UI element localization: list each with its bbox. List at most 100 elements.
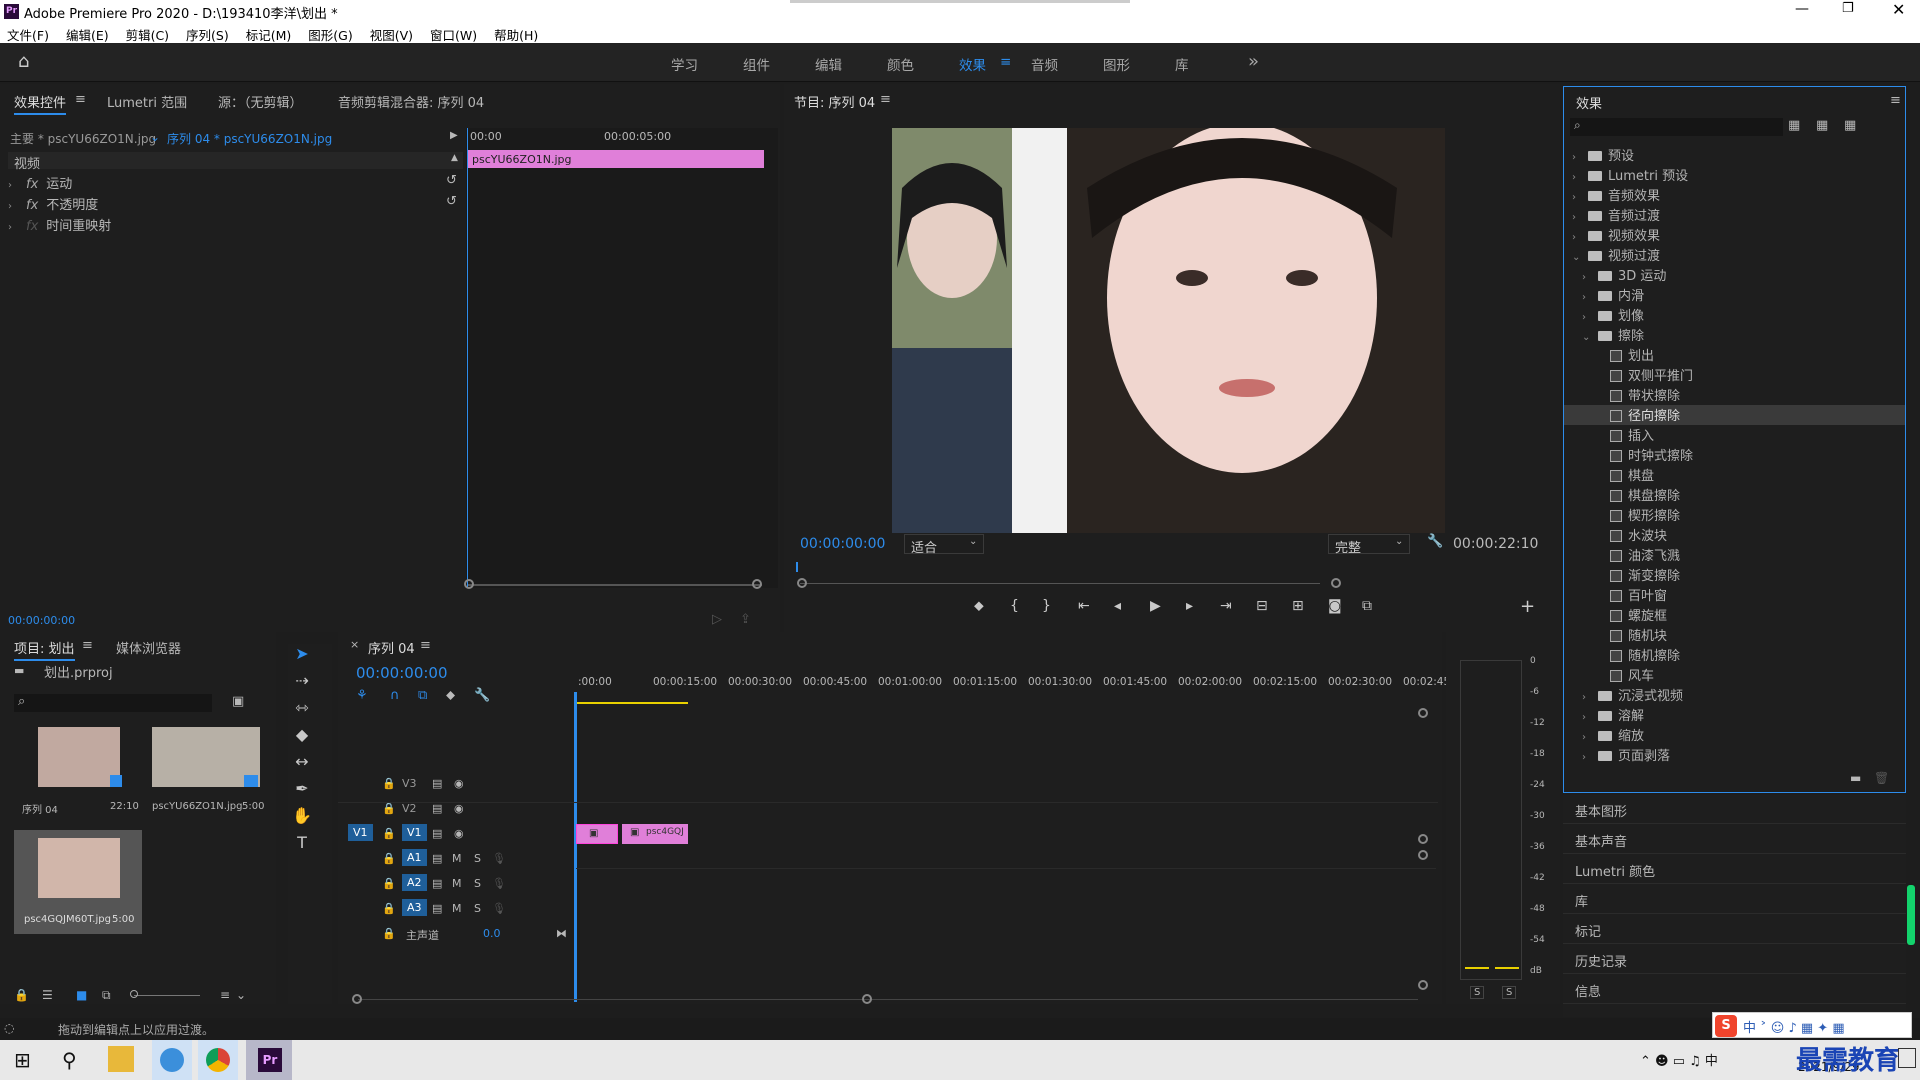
step-back-icon[interactable]: ◂: [1114, 598, 1121, 614]
video-transition-folder[interactable]: › 划像: [1564, 305, 1905, 325]
zoom-scrollbar[interactable]: [468, 584, 762, 586]
new-folder-icon[interactable]: ▬: [1850, 771, 1861, 785]
file-explorer-icon[interactable]: [108, 1046, 134, 1072]
timeline-timecode[interactable]: 00:00:00:00: [356, 664, 448, 682]
chevron-down-icon[interactable]: ⌄: [236, 988, 246, 1002]
tab-media-browser[interactable]: 媒体浏览器: [116, 638, 181, 657]
scrollbar-thumb[interactable]: [1907, 885, 1915, 945]
chevron-right-icon[interactable]: ›: [1582, 692, 1592, 703]
mic-icon[interactable]: 🎙: [492, 902, 506, 915]
sync-lock-icon[interactable]: ▤: [432, 852, 442, 865]
export-icon[interactable]: ⇪: [740, 612, 751, 627]
effect-category[interactable]: › 音频效果: [1564, 185, 1905, 205]
notification-icon[interactable]: [1898, 1048, 1916, 1068]
lock-icon[interactable]: 🔒: [382, 827, 396, 840]
reset-icon[interactable]: ↺: [446, 173, 457, 188]
side-panel-tab[interactable]: Lumetri 颜色: [1563, 855, 1906, 884]
wipe-effect[interactable]: 百叶窗: [1564, 585, 1905, 605]
wipe-effect[interactable]: 随机擦除: [1564, 645, 1905, 665]
32bit-effects-icon[interactable]: ▦: [1816, 118, 1828, 133]
close-icon[interactable]: ×: [350, 638, 359, 651]
video-transition-folder[interactable]: › 3D 运动: [1564, 265, 1905, 285]
effect-category[interactable]: › 音频过渡: [1564, 205, 1905, 225]
wipe-effect[interactable]: 双侧平推门: [1564, 365, 1905, 385]
project-item-sequence[interactable]: 序列 04 22:10: [14, 727, 139, 825]
chevron-down-icon[interactable]: ⌄: [1582, 332, 1592, 343]
chevron-right-icon[interactable]: ›: [1572, 192, 1582, 203]
wipe-effect[interactable]: 棋盘: [1564, 465, 1905, 485]
close-icon[interactable]: ✕: [1892, 0, 1905, 19]
wipe-effect[interactable]: 渐变擦除: [1564, 565, 1905, 585]
quality-select[interactable]: 完整 ⌄: [1328, 534, 1410, 556]
menu-graphics[interactable]: 图形(G): [308, 28, 352, 43]
audio-track-header[interactable]: 🔒 A1 ▤ M S 🎙: [338, 847, 576, 871]
effect-controls-timecode[interactable]: 00:00:00:00: [8, 614, 75, 627]
program-video-frame[interactable]: [892, 128, 1445, 533]
ime-tools-icon[interactable]: 中 ˃ ☺ ♪ ▦ ✦ ▦: [1743, 1017, 1845, 1036]
chevron-right-icon[interactable]: ›: [1582, 312, 1592, 323]
tab-project[interactable]: 项目: 划出: [14, 638, 75, 661]
go-to-out-icon[interactable]: ⇥: [1220, 598, 1232, 614]
type-tool-icon[interactable]: T: [288, 833, 316, 857]
timeline-ruler[interactable]: :00:00 00:00:15:00 00:00:30:00 00:00:45:00 0…: [576, 676, 1454, 694]
play-only-icon[interactable]: ▶: [450, 130, 458, 141]
lock-icon[interactable]: 🔒: [382, 802, 396, 815]
yuv-effects-icon[interactable]: ▦: [1844, 118, 1856, 133]
selection-tool-icon[interactable]: ➤: [288, 644, 316, 668]
windows-start-icon[interactable]: ⊞: [14, 1048, 31, 1072]
snap-icon[interactable]: ∩: [390, 688, 400, 703]
zoom-handle-right[interactable]: [752, 579, 762, 589]
audio-track-header[interactable]: 🔒 A3 ▤ M S 🎙: [338, 897, 576, 921]
mute-button[interactable]: M: [452, 877, 462, 890]
side-panel-tab[interactable]: 历史记录: [1563, 945, 1906, 974]
chevron-right-icon[interactable]: ›: [1582, 752, 1592, 763]
chevron-right-icon[interactable]: ›: [1572, 172, 1582, 183]
freeform-view-icon[interactable]: ⧉: [102, 988, 111, 1003]
vscroll-handle-top[interactable]: [1418, 708, 1428, 718]
program-monitor-title[interactable]: 节目: 序列 04: [794, 92, 875, 111]
settings-wrench-icon[interactable]: 🔧: [1427, 534, 1443, 549]
fx-icon[interactable]: fx: [26, 198, 38, 213]
chevron-down-icon[interactable]: ⌄: [1572, 252, 1582, 263]
tab-source[interactable]: 源：（无剪辑）: [218, 92, 303, 111]
sync-lock-icon[interactable]: ▤: [432, 877, 442, 890]
video-transition-folder[interactable]: › 溶解: [1564, 705, 1905, 725]
menu-window[interactable]: 窗口(W): [430, 28, 477, 43]
search-icon[interactable]: ⚲: [62, 1048, 77, 1072]
effect-controls-clip[interactable]: pscYU66ZO1N.jpg: [468, 150, 764, 168]
project-item-image-1[interactable]: pscYU66ZO1N.jpg 5:00: [140, 727, 266, 825]
zoom-slider-handle[interactable]: [130, 990, 138, 998]
delete-icon[interactable]: 🗑: [1874, 771, 1889, 785]
chevron-right-icon[interactable]: ›: [1582, 292, 1592, 303]
timeline-title[interactable]: 序列 04: [368, 638, 415, 657]
wipe-effect[interactable]: 油漆飞溅: [1564, 545, 1905, 565]
ime-toolbar[interactable]: S 中 ˃ ☺ ♪ ▦ ✦ ▦: [1712, 1012, 1912, 1038]
mark-in-icon[interactable]: {: [1010, 598, 1019, 614]
comparison-view-icon[interactable]: ⧉: [1362, 598, 1372, 614]
mic-icon[interactable]: 🎙: [492, 852, 506, 865]
program-timecode[interactable]: 00:00:00:00: [800, 536, 885, 552]
hscroll[interactable]: [358, 999, 1418, 1000]
sequence-clip-label[interactable]: 序列 04 * pscYU66ZO1N.jpg: [167, 130, 332, 147]
vscroll-handle-mid[interactable]: [1418, 834, 1428, 844]
effect-category[interactable]: ⌄ 视频过渡: [1564, 245, 1905, 265]
menu-file[interactable]: 文件(F): [7, 28, 49, 43]
wipe-effect[interactable]: 划出: [1564, 345, 1905, 365]
sync-lock-icon[interactable]: ▤: [432, 802, 442, 815]
panel-menu-icon[interactable]: ≡: [1890, 93, 1901, 108]
play-icon[interactable]: ▶: [1150, 598, 1161, 614]
effect-category[interactable]: › 预设: [1564, 145, 1905, 165]
prop-opacity[interactable]: › fx 不透明度 ↺: [8, 194, 463, 214]
go-to-in-icon[interactable]: ⇤: [1078, 598, 1090, 614]
wipe-effect[interactable]: 楔形擦除: [1564, 505, 1905, 525]
mark-out-icon[interactable]: }: [1042, 598, 1051, 614]
lock-icon[interactable]: 🔒: [382, 877, 396, 890]
prop-motion[interactable]: › fx 运动 ↺: [8, 173, 463, 193]
filter-icon[interactable]: ▷: [712, 612, 722, 627]
eye-icon[interactable]: ◉: [454, 802, 464, 815]
effects-search-input[interactable]: ⌕: [1570, 118, 1783, 136]
menu-clip[interactable]: 剪辑(C): [126, 28, 169, 43]
tab-menu-icon[interactable]: ≡: [75, 92, 86, 107]
tab-effect-controls[interactable]: 效果控件: [14, 92, 67, 115]
menu-view[interactable]: 视图(V): [370, 28, 413, 43]
